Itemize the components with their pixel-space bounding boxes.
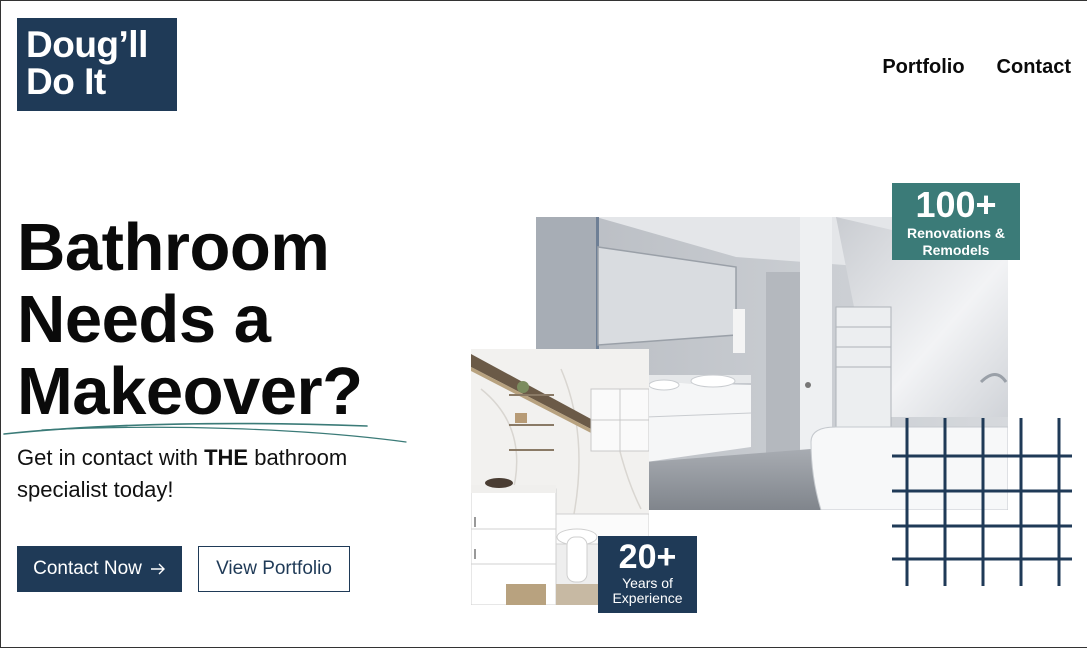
stat-experience-label: Years of Experience xyxy=(612,575,683,606)
hero-subtitle-before: Get in contact with xyxy=(17,445,205,470)
hero-subtitle-bold: THE xyxy=(204,445,249,470)
stat-renovations-label: Renovations & Remodels xyxy=(906,225,1005,258)
logo[interactable]: Doug’ll Do It xyxy=(17,18,177,111)
stat-renovations-number: 100+ xyxy=(915,184,997,225)
contact-now-label: Contact Now xyxy=(33,558,142,579)
nav-contact-link[interactable]: Contact xyxy=(997,56,1071,79)
nav-portfolio-link[interactable]: Portfolio xyxy=(882,56,964,79)
hero-subtitle: Get in contact with THE bathroom special… xyxy=(17,442,417,506)
stat-experience-number: 20+ xyxy=(618,538,677,576)
logo-line-1: Doug’ll xyxy=(26,24,148,65)
arrow-right-icon xyxy=(150,563,165,575)
hero-title-line-1: Bathroom xyxy=(17,210,330,285)
hero-title-line-2: Needs a xyxy=(17,282,271,357)
main-nav: Portfolio Contact xyxy=(882,56,1071,79)
contact-now-button[interactable]: Contact Now xyxy=(17,546,182,592)
hero-title: Bathroom Needs a Makeover? xyxy=(17,212,437,428)
view-portfolio-button[interactable]: View Portfolio xyxy=(198,546,350,592)
stat-renovations-badge: 100+ Renovations & Remodels xyxy=(892,183,1020,260)
grid-pattern-decoration xyxy=(892,418,1072,586)
logo-line-2: Do It xyxy=(26,61,106,102)
stat-experience-badge: 20+ Years of Experience xyxy=(598,536,697,613)
